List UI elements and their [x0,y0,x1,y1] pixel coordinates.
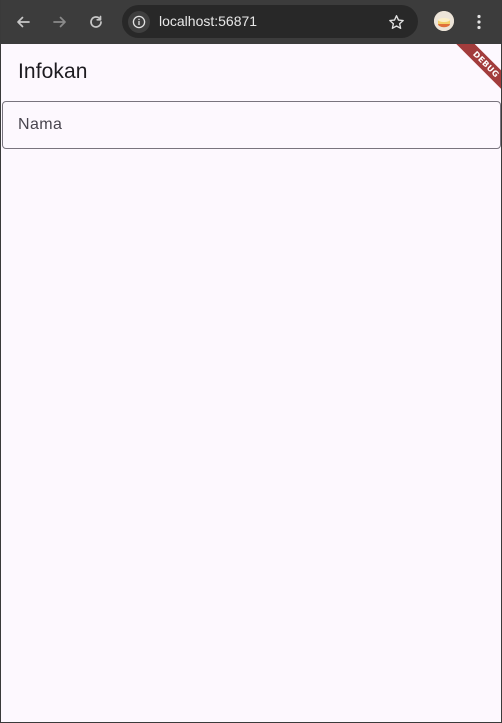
debug-banner-label: DEBUG [449,44,501,101]
arrow-left-icon [17,16,30,28]
app-bar-title: Infokan [18,60,88,83]
forward-button[interactable] [47,9,73,35]
profile-avatar[interactable] [434,11,454,31]
back-button[interactable] [10,9,36,35]
name-text-field[interactable]: Nama [2,101,501,149]
debug-banner: DEBUG [443,44,501,102]
avatar-icon [434,11,454,31]
reload-icon [90,15,102,28]
site-info-button[interactable] [128,11,150,33]
kebab-menu-icon [477,14,481,30]
name-field-label: Nama [18,116,63,133]
browser-window: localhost:56871 Infokan Nama DEBUG [0,0,502,723]
browser-toolbar: localhost:56871 [1,0,501,44]
bookmark-button[interactable] [386,12,406,32]
info-icon [132,15,146,29]
url-text[interactable]: localhost:56871 [159,13,257,29]
arrow-right-icon [53,16,66,28]
star-icon [388,14,404,29]
reload-button[interactable] [83,9,109,35]
address-bar[interactable]: localhost:56871 [122,5,418,38]
browser-menu-button[interactable] [471,10,487,34]
